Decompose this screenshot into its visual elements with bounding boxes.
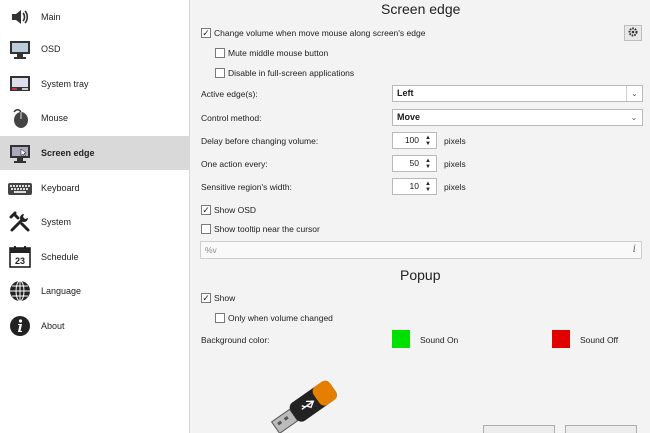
sidebar-item-osd[interactable]: OSD xyxy=(0,32,190,66)
active-edges-label: Active edge(s): xyxy=(201,89,258,99)
sidebar-item-system-tray[interactable]: System tray xyxy=(0,67,190,101)
change-volume-checkbox[interactable]: ✓ xyxy=(201,28,211,38)
calendar-icon: 23 xyxy=(7,244,33,270)
sidebar-item-label: System xyxy=(41,217,72,227)
sidebar-item-label: Schedule xyxy=(41,252,79,262)
info-icon xyxy=(7,313,33,339)
sidebar-item-label: OSD xyxy=(41,44,61,54)
control-method-label: Control method: xyxy=(201,113,262,123)
cancel-button[interactable] xyxy=(565,425,637,433)
sidebar: Main OSD System tray Mouse Screen edge K… xyxy=(0,0,190,433)
sidebar-item-label: Mouse xyxy=(41,113,69,123)
sidebar-item-label: Language xyxy=(41,286,82,296)
change-volume-label: Change volume when move mouse along scre… xyxy=(214,28,426,38)
action-unit: pixels xyxy=(444,159,466,169)
show-osd-label: Show OSD xyxy=(214,205,257,215)
calendar-day: 23 xyxy=(15,256,25,266)
ok-button[interactable] xyxy=(483,425,555,433)
sound-on-color-swatch[interactable] xyxy=(392,330,410,348)
tooltip-format-value: %v xyxy=(205,245,217,255)
sidebar-item-schedule[interactable]: 23 Schedule xyxy=(0,240,190,274)
action-spinbox[interactable]: 50 ▲ ▼ xyxy=(392,155,437,172)
control-method-value: Move xyxy=(397,112,421,122)
active-edges-select[interactable]: Left ⌄ xyxy=(392,85,643,102)
sound-off-label: Sound Off xyxy=(580,335,619,345)
sidebar-item-main[interactable]: Main xyxy=(0,0,190,34)
action-value: 50 xyxy=(409,158,419,168)
globe-icon xyxy=(7,278,33,304)
delay-spinbox[interactable]: 100 ▲ ▼ xyxy=(392,132,437,149)
mouse-icon xyxy=(7,105,33,131)
action-label: One action every: xyxy=(201,159,268,169)
disable-fullscreen-checkbox[interactable] xyxy=(215,68,225,78)
sidebar-item-label: About xyxy=(41,321,65,331)
only-volume-checkbox[interactable] xyxy=(215,313,225,323)
active-edges-value: Left xyxy=(397,88,414,98)
monitor-icon xyxy=(7,36,33,62)
info-icon[interactable]: i xyxy=(633,242,636,258)
edge-settings-button[interactable] xyxy=(624,25,642,41)
sidebar-item-label: System tray xyxy=(41,79,89,89)
screen-edge-panel: Screen edge ✓ Change volume when move mo… xyxy=(191,0,650,433)
speaker-icon xyxy=(7,4,33,30)
spin-arrows-icon[interactable]: ▲ ▼ xyxy=(421,180,435,193)
tooltip-format-input[interactable]: %v i xyxy=(200,241,642,259)
bg-color-label: Background color: xyxy=(201,335,270,345)
chevron-down-icon: ⌄ xyxy=(630,113,638,122)
mute-middle-checkbox[interactable] xyxy=(215,48,225,58)
sensitive-label: Sensitive region's width: xyxy=(201,182,292,192)
delay-label: Delay before changing volume: xyxy=(201,136,319,146)
delay-value: 100 xyxy=(404,135,419,145)
sidebar-item-system[interactable]: System xyxy=(0,205,190,239)
sidebar-item-label: Main xyxy=(41,12,61,22)
sidebar-item-label: Keyboard xyxy=(41,183,80,193)
spin-arrows-icon[interactable]: ▲ ▼ xyxy=(421,157,435,170)
sensitive-unit: pixels xyxy=(444,182,466,192)
popup-title: Popup xyxy=(400,267,441,283)
only-volume-label: Only when volume changed xyxy=(228,313,333,323)
popup-show-checkbox[interactable]: ✓ xyxy=(201,293,211,303)
keyboard-icon xyxy=(7,175,33,201)
sound-off-color-swatch[interactable] xyxy=(552,330,570,348)
sidebar-item-mouse[interactable]: Mouse xyxy=(0,101,190,135)
sidebar-item-about[interactable]: About xyxy=(0,309,190,343)
sound-on-label: Sound On xyxy=(420,335,459,345)
screen-edge-icon xyxy=(7,140,33,166)
system-tray-icon xyxy=(7,71,33,97)
show-tooltip-checkbox[interactable] xyxy=(201,224,211,234)
gear-icon xyxy=(627,26,639,40)
show-tooltip-label: Show tooltip near the cursor xyxy=(214,224,320,234)
sensitive-spinbox[interactable]: 10 ▲ ▼ xyxy=(392,178,437,195)
sidebar-item-keyboard[interactable]: Keyboard xyxy=(0,171,190,205)
disable-fullscreen-label: Disable in full-screen applications xyxy=(228,68,355,78)
delay-unit: pixels xyxy=(444,136,466,146)
chevron-down-icon: ⌄ xyxy=(626,86,642,101)
sensitive-value: 10 xyxy=(409,181,419,191)
usb-drive-logo xyxy=(261,370,351,433)
mute-middle-label: Mute middle mouse button xyxy=(228,48,329,58)
show-osd-checkbox[interactable]: ✓ xyxy=(201,205,211,215)
sidebar-item-label: Screen edge xyxy=(41,148,95,158)
sidebar-item-language[interactable]: Language xyxy=(0,274,190,308)
spin-arrows-icon[interactable]: ▲ ▼ xyxy=(421,134,435,147)
sidebar-item-screen-edge[interactable]: Screen edge xyxy=(0,136,190,170)
popup-show-label: Show xyxy=(214,293,236,303)
screen-edge-title: Screen edge xyxy=(381,1,461,17)
control-method-select[interactable]: Move ⌄ xyxy=(392,109,643,126)
wrench-icon xyxy=(7,209,33,235)
